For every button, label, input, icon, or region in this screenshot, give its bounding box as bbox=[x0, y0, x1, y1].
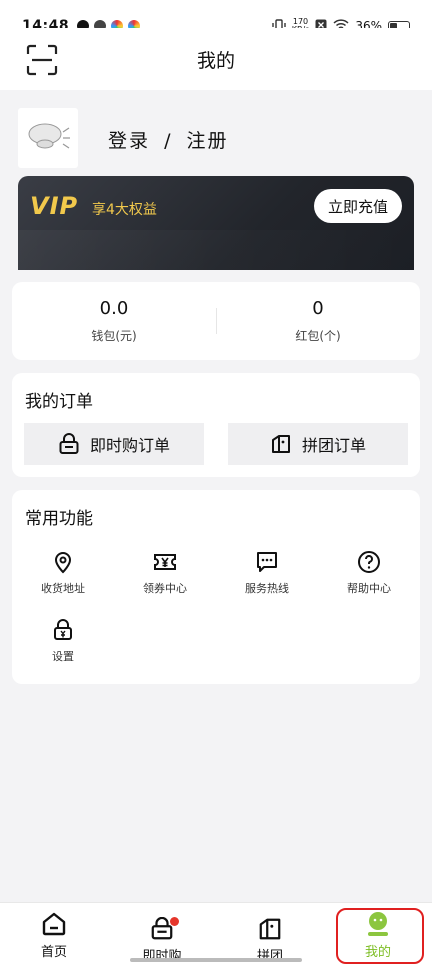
avatar-logo-icon bbox=[28, 123, 70, 149]
login-link[interactable]: 登录 bbox=[108, 130, 150, 152]
func-label: 帮助中心 bbox=[347, 582, 391, 595]
redpacket-value: 0 bbox=[312, 298, 324, 319]
avatar[interactable] bbox=[18, 108, 78, 168]
redpacket[interactable]: 0 红包(个) bbox=[216, 282, 420, 360]
chat-icon bbox=[257, 552, 277, 572]
functions-title: 常用功能 bbox=[25, 509, 93, 529]
coupon-icon bbox=[154, 554, 176, 570]
page-title: 我的 bbox=[196, 49, 235, 72]
separator: / bbox=[164, 130, 173, 152]
header: 我的 bbox=[0, 28, 432, 90]
smiley-user-icon bbox=[368, 912, 388, 936]
tab-label: 我的 bbox=[364, 945, 391, 960]
wallet-balance[interactable]: 0.0 钱包(元) bbox=[12, 282, 216, 360]
login-register: 登录 / 注册 bbox=[108, 126, 229, 153]
vip-card-sheen bbox=[18, 230, 414, 270]
vip-logo: VIP bbox=[30, 192, 79, 220]
func-help[interactable]: 帮助中心 bbox=[318, 550, 420, 596]
functions-card: 常用功能 收货地址 领券中心 服务热线 帮助中心 设置 bbox=[12, 490, 420, 684]
help-icon bbox=[358, 551, 380, 573]
func-coupon[interactable]: 领券中心 bbox=[114, 550, 216, 596]
func-settings[interactable]: 设置 bbox=[12, 618, 114, 664]
orders-card: 我的订单 即时购订单 拼团订单 bbox=[12, 373, 420, 477]
wallet-card: 0.0 钱包(元) 0 红包(个) bbox=[12, 282, 420, 360]
tab-instant-buy[interactable]: 即时购 bbox=[108, 903, 216, 964]
wallet-balance-value: 0.0 bbox=[99, 298, 129, 319]
func-label: 服务热线 bbox=[245, 582, 289, 595]
scan-icon[interactable] bbox=[26, 44, 58, 76]
instant-orders-label: 即时购订单 bbox=[89, 436, 170, 455]
redpacket-label: 红包(个) bbox=[295, 329, 341, 343]
tag-icon bbox=[259, 918, 281, 940]
func-hotline[interactable]: 服务热线 bbox=[216, 550, 318, 596]
wallet-balance-label: 钱包(元) bbox=[91, 329, 137, 343]
group-orders-button[interactable]: 拼团订单 bbox=[228, 423, 408, 465]
register-link[interactable]: 注册 bbox=[187, 130, 229, 152]
tag-icon bbox=[271, 435, 290, 453]
func-address[interactable]: 收货地址 bbox=[12, 550, 114, 596]
orders-title: 我的订单 bbox=[25, 392, 93, 412]
home-indicator bbox=[130, 958, 302, 962]
divider bbox=[216, 308, 217, 334]
location-pin-icon bbox=[54, 552, 72, 574]
vip-benefits: 享4大权益 bbox=[92, 202, 157, 218]
basket-icon bbox=[59, 433, 79, 454]
vip-card[interactable]: VIP 享4大权益 立即充值 bbox=[18, 176, 414, 270]
home-icon bbox=[42, 912, 66, 936]
lock-settings-icon bbox=[54, 619, 72, 640]
tab-group-buy[interactable]: 拼团 bbox=[216, 903, 324, 964]
bottom-tabbar: 首页 即时购 拼团 我的 bbox=[0, 902, 432, 964]
tab-mine[interactable]: 我的 bbox=[324, 903, 432, 964]
group-orders-label: 拼团订单 bbox=[301, 436, 366, 455]
instant-orders-button[interactable]: 即时购订单 bbox=[24, 423, 204, 465]
func-label: 收货地址 bbox=[41, 582, 85, 595]
tab-label: 首页 bbox=[40, 945, 67, 960]
notification-badge bbox=[170, 917, 179, 926]
profile-section: 登录 / 注册 VIP 享4大权益 立即充值 bbox=[0, 90, 432, 270]
recharge-button[interactable]: 立即充值 bbox=[314, 189, 402, 223]
func-label: 设置 bbox=[52, 650, 74, 663]
tab-home[interactable]: 首页 bbox=[0, 903, 108, 964]
func-label: 领券中心 bbox=[143, 582, 187, 595]
